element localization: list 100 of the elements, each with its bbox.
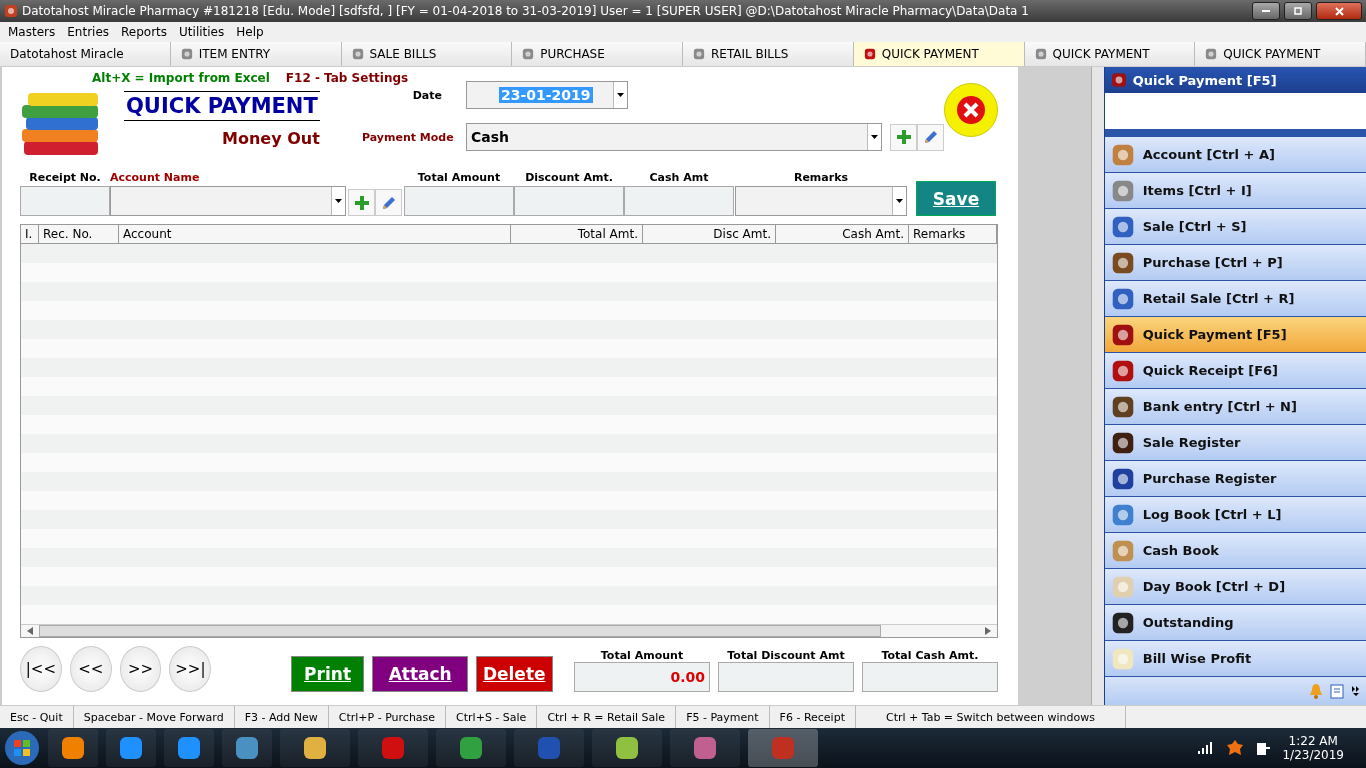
app-icon [4, 4, 18, 18]
navigation-button[interactable]: |<< [20, 646, 62, 692]
page-title: QUICK PAYMENT [124, 91, 320, 121]
tab[interactable]: SALE BILLS [341, 42, 513, 66]
sidebar-item[interactable]: Account [Ctrl + A] [1104, 137, 1366, 173]
sidebar-icon [1110, 502, 1135, 527]
column-header[interactable]: Cash Amt. [776, 225, 909, 243]
sidebar-item[interactable]: Items [Ctrl + I] [1104, 173, 1366, 209]
column-header[interactable]: Account [119, 225, 511, 243]
menu-item[interactable]: Utilities [173, 25, 231, 39]
scrollbar-thumb[interactable] [39, 624, 881, 637]
column-header[interactable]: Rec. No. [39, 225, 119, 243]
edit-button[interactable] [375, 189, 402, 216]
menu-item[interactable]: Reports [115, 25, 174, 39]
sidebar-item[interactable]: Retail Sale [Ctrl + R] [1104, 281, 1366, 317]
tab[interactable]: QUICK PAYMENT [1195, 42, 1366, 66]
close-icon [956, 95, 986, 125]
sidebar-item[interactable]: Purchase [Ctrl + P] [1104, 245, 1366, 281]
field-label: Cash Amt [649, 171, 709, 184]
sidebar-icon [1110, 538, 1135, 563]
sidebar-icon [1110, 394, 1135, 419]
taskbar-app[interactable] [670, 729, 740, 767]
field-label: Discount Amt. [525, 171, 613, 184]
add-button[interactable] [348, 189, 375, 216]
panel-icon [1110, 72, 1127, 88]
discount-amount-field[interactable] [514, 186, 624, 216]
navigation-button[interactable]: >>| [169, 646, 212, 692]
sidebar-item[interactable]: Bill Wise Profit [1104, 641, 1366, 677]
sidebar-item[interactable]: Log Book [Ctrl + L] [1104, 497, 1366, 533]
left-arrow-icon[interactable] [27, 626, 33, 635]
tab-icon [863, 48, 876, 60]
tab[interactable]: Datotahost Miracle [0, 42, 171, 66]
minimize-button[interactable] [1252, 2, 1280, 20]
tab[interactable]: RETAIL BILLS [683, 42, 854, 66]
maximize-button[interactable] [1284, 2, 1312, 20]
vertical-scrollbar[interactable] [1090, 67, 1104, 705]
column-header[interactable]: I. [21, 225, 39, 243]
navigation-button[interactable]: << [69, 646, 112, 692]
taskbar-app[interactable] [222, 729, 272, 767]
sidebar-item[interactable]: Quick Payment [F5] [1104, 317, 1366, 353]
taskbar-app[interactable] [592, 729, 662, 767]
taskbar-app[interactable] [280, 729, 350, 767]
plus-icon [354, 195, 369, 210]
right-arrow-icon[interactable] [985, 626, 991, 635]
sidebar-icon [1110, 610, 1135, 635]
signal-icon [1198, 742, 1215, 754]
note-icon [1330, 683, 1346, 699]
tab-icon [180, 48, 193, 60]
account-name-dropdown[interactable] [110, 186, 346, 216]
app-icon [535, 734, 563, 762]
action-button[interactable]: Attach [372, 656, 468, 692]
receipt-number-field[interactable] [20, 186, 110, 216]
sidebar-item[interactable]: Day Book [Ctrl + D] [1104, 569, 1366, 605]
navigation-button[interactable]: >> [119, 646, 162, 692]
tab[interactable]: ITEM ENTRY [170, 42, 342, 66]
tab[interactable]: PURCHASE [512, 42, 683, 66]
action-button[interactable]: Delete [475, 656, 553, 692]
sidebar-item[interactable]: Cash Book [1104, 533, 1366, 569]
sidebar-item[interactable]: Sale [Ctrl + S] [1104, 209, 1366, 245]
taskbar-app[interactable] [436, 729, 506, 767]
field-label: Total Amount [417, 171, 501, 184]
menu-item[interactable]: Entries [61, 25, 116, 39]
window-title: Datotahost Miracle Pharmacy #181218 [Edu. Mode] [sdfsfd, ] [FY = 01-04-2018 to 31-03-2019] User = 1 [SUPER USER] @D:\Datotahost Miracle Pharmacy\Data\Data 1 [22, 4, 1030, 18]
column-header[interactable]: Total Amt. [511, 225, 643, 243]
close-button[interactable] [1316, 2, 1362, 20]
start-button[interactable] [4, 730, 40, 766]
app-icon [379, 734, 407, 762]
tab[interactable]: QUICK PAYMENT [853, 42, 1025, 66]
chevron-icon[interactable] [1352, 686, 1360, 696]
edit-button[interactable] [917, 123, 944, 151]
sidebar-icon [1110, 574, 1135, 599]
power-plug-icon [1256, 740, 1271, 756]
taskbar-app[interactable] [164, 729, 214, 767]
remarks-dropdown[interactable] [735, 186, 907, 216]
tab-icon [693, 48, 705, 60]
save-button[interactable]: Save [916, 181, 996, 216]
sidebar-icon [1110, 466, 1135, 491]
add-button[interactable] [890, 123, 917, 151]
taskbar-app[interactable] [106, 729, 156, 767]
app-icon [233, 734, 261, 762]
sidebar-item[interactable]: Quick Receipt [F6] [1104, 353, 1366, 389]
action-button[interactable]: Print [290, 656, 365, 692]
column-header[interactable]: Remarks [909, 225, 997, 243]
app-icon [457, 734, 485, 762]
cash-amount-field[interactable] [624, 186, 734, 216]
sidebar-item[interactable]: Outstanding [1104, 605, 1366, 641]
menu-item[interactable]: Help [230, 25, 270, 39]
payment-mode-dropdown[interactable]: Cash [466, 123, 882, 151]
total-label: Total Cash Amt. [881, 649, 979, 662]
page-subtitle: Money Out [222, 129, 320, 148]
tab[interactable]: QUICK PAYMENT [1024, 42, 1196, 66]
sidebar-item[interactable]: Sale Register [1104, 425, 1366, 461]
menu-item[interactable]: Masters [2, 25, 62, 39]
column-header[interactable]: Disc Amt. [643, 225, 776, 243]
total-amount-field[interactable] [404, 186, 514, 216]
sidebar-item[interactable]: Bank entry [Ctrl + N] [1104, 389, 1366, 425]
sidebar-icon [1110, 430, 1135, 455]
total-label: Total Discount Amt [727, 649, 845, 662]
taskbar-app[interactable] [48, 729, 98, 767]
sidebar-item[interactable]: Purchase Register [1104, 461, 1366, 497]
